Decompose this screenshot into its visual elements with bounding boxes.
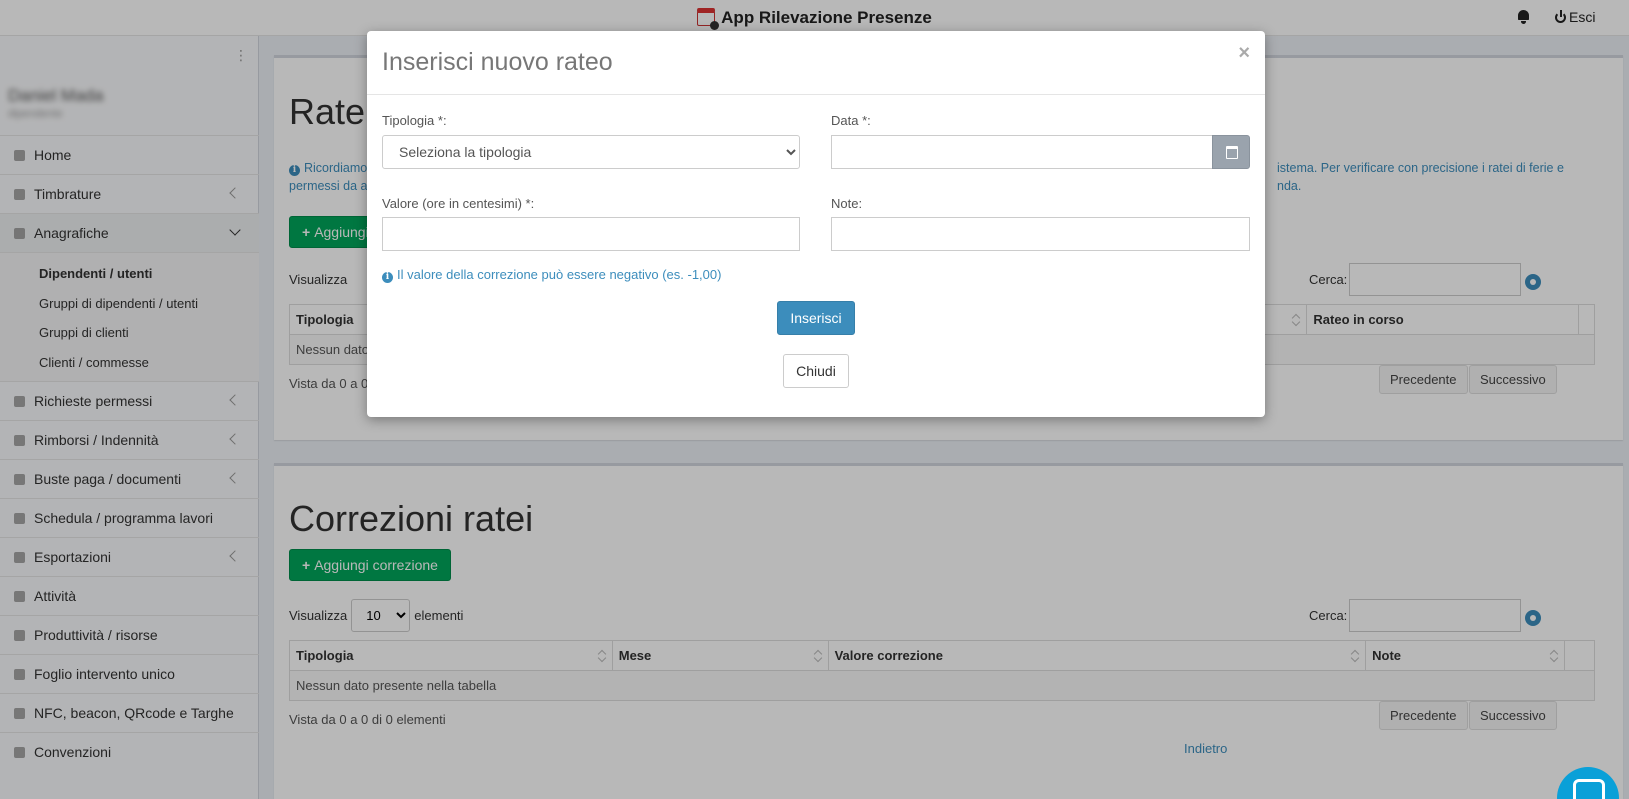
inserisci-button[interactable]: Inserisci — [777, 301, 855, 335]
data-label: Data *: — [831, 113, 871, 128]
calendar-icon — [1226, 146, 1238, 159]
info-icon: i — [382, 272, 393, 283]
note-input[interactable] — [831, 217, 1250, 251]
datepicker-button[interactable] — [1212, 135, 1250, 169]
hint-text: Il valore della correzione può essere ne… — [397, 267, 722, 282]
new-rateo-modal: Inserisci nuovo rateo × Tipologia *: Sel… — [367, 31, 1265, 417]
valore-hint: i Il valore della correzione può essere n… — [382, 267, 721, 283]
valore-input[interactable] — [382, 217, 800, 251]
date-input[interactable] — [831, 135, 1213, 169]
close-icon[interactable]: × — [1238, 43, 1250, 63]
tipologia-select[interactable]: Seleziona la tipologia — [382, 135, 800, 169]
tipologia-label: Tipologia *: — [382, 113, 447, 128]
valore-label: Valore (ore in centesimi) *: — [382, 196, 535, 211]
chiudi-button[interactable]: Chiudi — [783, 354, 849, 388]
modal-header: Inserisci nuovo rateo × — [367, 31, 1265, 95]
note-label: Note: — [831, 196, 863, 211]
modal-title: Inserisci nuovo rateo — [382, 48, 613, 76]
